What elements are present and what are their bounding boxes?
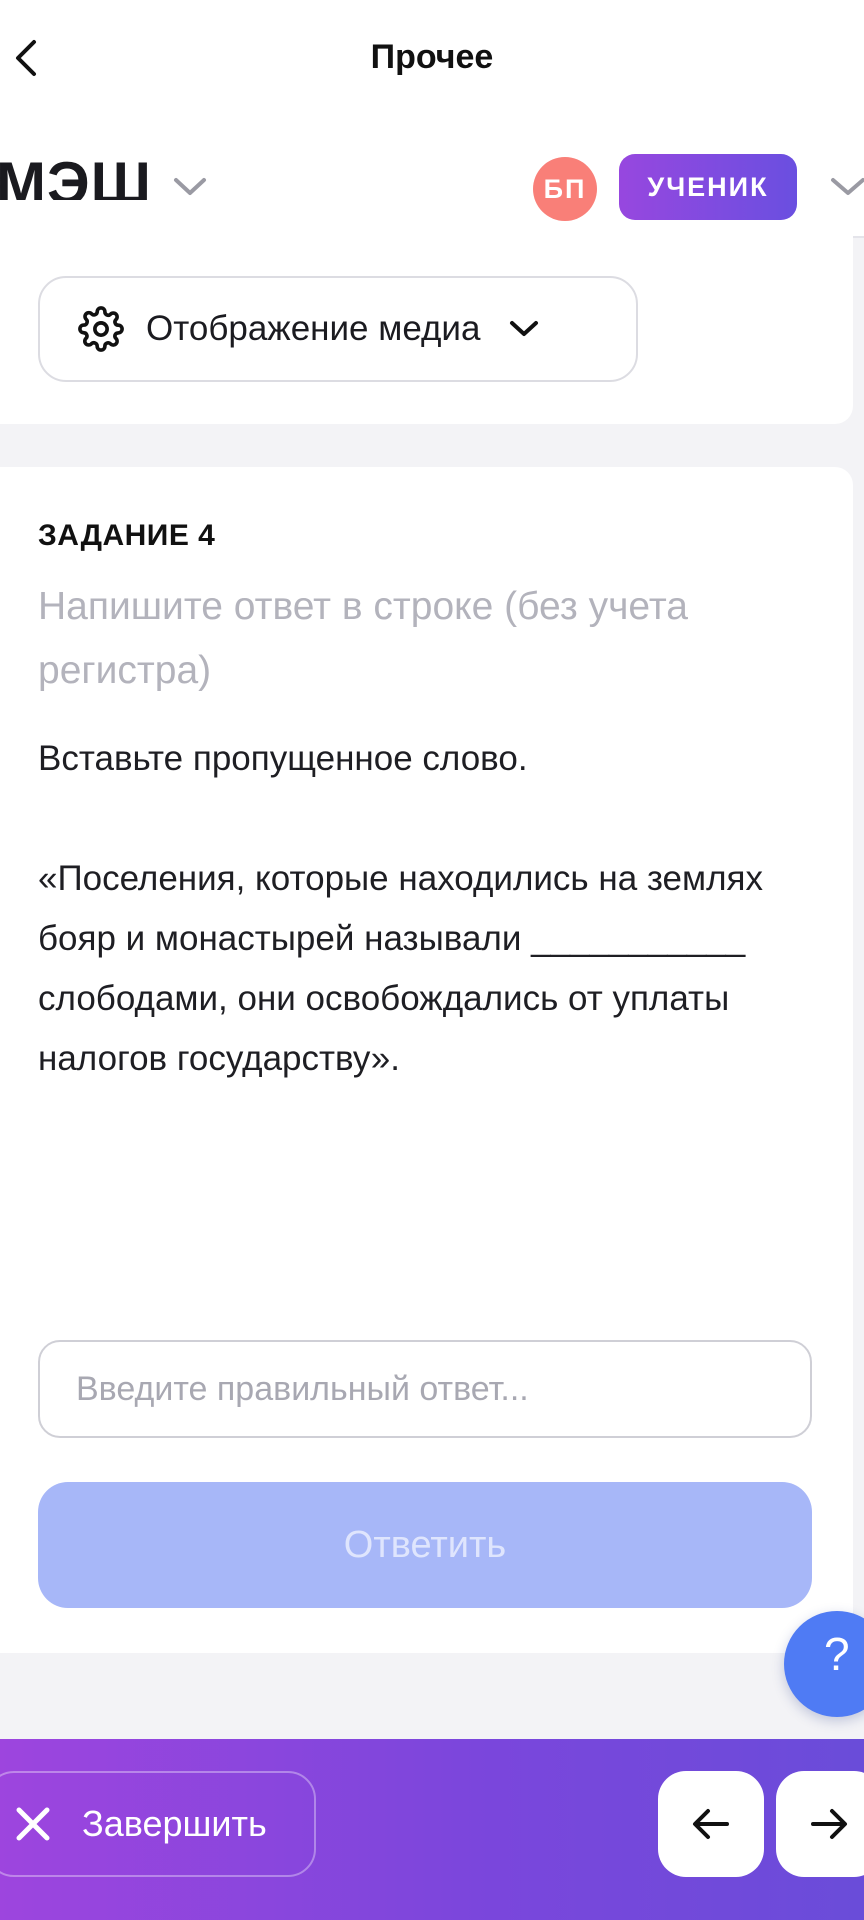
arrow-left-icon [693,1809,729,1839]
media-settings-card: Отображение медиа [0,200,853,424]
arrow-right-icon [811,1809,847,1839]
finish-label: Завершить [82,1803,267,1844]
next-task-button[interactable] [776,1771,864,1877]
role-badge[interactable]: УЧЕНИК [619,154,797,220]
chevron-down-icon [510,321,539,336]
task-question: Вставьте пропущенное слово. «Поселения, … [38,729,798,1089]
answer-input[interactable] [38,1340,812,1438]
task-card: ЗАДАНИЕ 4 Напишите ответ в строке (без у… [0,467,853,1653]
user-avatar[interactable]: БП [533,157,597,221]
task-quote: «Поселения, которые находились на землях… [38,859,763,1078]
task-hint: Напишите ответ в строке (без учета регис… [38,585,688,692]
chevron-down-icon [831,178,864,195]
submit-answer-button[interactable]: Ответить [38,1482,812,1608]
scrolled-heading-fragment [20,186,200,212]
previous-task-button[interactable] [658,1771,764,1877]
role-menu-toggle[interactable] [826,172,864,202]
finish-button[interactable]: Завершить [0,1771,316,1877]
task-instruction: Вставьте пропущенное слово. [38,739,528,778]
media-display-label: Отображение медиа [146,309,481,348]
bottom-action-bar: Завершить [0,1739,864,1920]
question-mark-icon: ? [824,1628,850,1680]
task-heading: ЗАДАНИЕ 4 [38,519,216,552]
close-icon [16,1807,50,1841]
page-title: Прочее [370,38,494,76]
media-toggle [508,319,540,339]
page: Прочее МЭШ Отображение медиа БП УЧЕНИК З… [0,0,864,1920]
gear-icon [78,306,124,352]
media-display-button[interactable]: Отображение медиа [38,276,638,382]
top-nav-bar: Прочее [0,0,864,120]
